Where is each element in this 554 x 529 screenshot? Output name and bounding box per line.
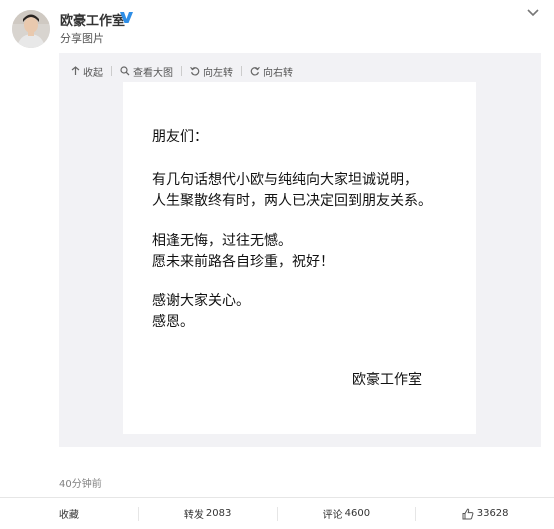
magnifier-icon <box>120 66 130 76</box>
collapse-button[interactable]: 收起 <box>71 64 103 79</box>
letter-signature: 欧豪工作室 <box>352 372 422 388</box>
view-large-button[interactable]: 查看大图 <box>120 64 173 79</box>
viewer-toolbar: 收起 查看大图 向左转 向右转 <box>71 63 293 79</box>
letter-line: 有几句话想代小欧与纯纯向大家坦诚说明， <box>152 172 418 188</box>
author-name[interactable]: 欧豪工作室 <box>60 10 125 29</box>
comment-count: 4600 <box>344 508 371 519</box>
letter-line: 相逢无悔，过往无憾。 <box>152 233 292 249</box>
favorite-label: 收藏 <box>58 510 79 521</box>
toolbar-divider <box>111 66 112 76</box>
comment-button[interactable]: 评论 4600 <box>276 506 416 521</box>
letter-greeting: 朋友们： <box>152 129 208 145</box>
letter-line: 感谢大家关心。 <box>152 293 250 309</box>
rotate-left-label: 向左转 <box>203 67 233 79</box>
like-count: 33628 <box>476 508 509 519</box>
post-subtitle: 分享图片 <box>60 32 104 45</box>
rotate-right-icon <box>250 66 260 76</box>
action-bar: 收藏 转发 2083 评论 4600 33628 <box>0 497 554 529</box>
statement-image[interactable]: 朋友们： 有几句话想代小欧与纯纯向大家坦诚说明， 人生聚散终有时，两人已决定回到… <box>123 82 476 434</box>
weibo-post: 欧豪工作室 分享图片 收起 查看大图 向左转 向右转 朋友们： 有几句话想代小欧… <box>0 0 554 528</box>
toolbar-divider <box>181 66 182 76</box>
favorite-button[interactable]: 收藏 <box>0 498 138 529</box>
chevron-down-icon[interactable] <box>526 8 540 18</box>
repost-count: 2083 <box>205 508 232 519</box>
comment-label: 评论 <box>322 510 343 521</box>
rotate-right-button[interactable]: 向右转 <box>250 64 293 79</box>
collapse-label: 收起 <box>83 67 103 79</box>
collapse-icon <box>71 66 80 75</box>
repost-button[interactable]: 转发 2083 <box>137 506 277 521</box>
verified-badge-icon <box>120 12 133 23</box>
avatar-image <box>12 10 50 48</box>
toolbar-divider <box>241 66 242 76</box>
rotate-left-button[interactable]: 向左转 <box>190 64 233 79</box>
repost-label: 转发 <box>183 510 204 521</box>
rotate-right-label: 向右转 <box>263 67 293 79</box>
thumbs-up-icon <box>462 508 474 519</box>
like-button[interactable]: 33628 <box>415 506 554 521</box>
view-large-label: 查看大图 <box>133 67 173 79</box>
letter-line: 人生聚散终有时，两人已决定回到朋友关系。 <box>152 193 432 209</box>
post-timestamp[interactable]: 40分钟前 <box>59 475 102 490</box>
image-viewer: 收起 查看大图 向左转 向右转 朋友们： 有几句话想代小欧与纯纯向大家坦诚说明，… <box>59 53 541 447</box>
letter-line: 感恩。 <box>152 314 194 330</box>
letter-line: 愿未来前路各自珍重，祝好！ <box>152 254 334 270</box>
rotate-left-icon <box>190 66 200 76</box>
avatar[interactable] <box>12 10 50 48</box>
